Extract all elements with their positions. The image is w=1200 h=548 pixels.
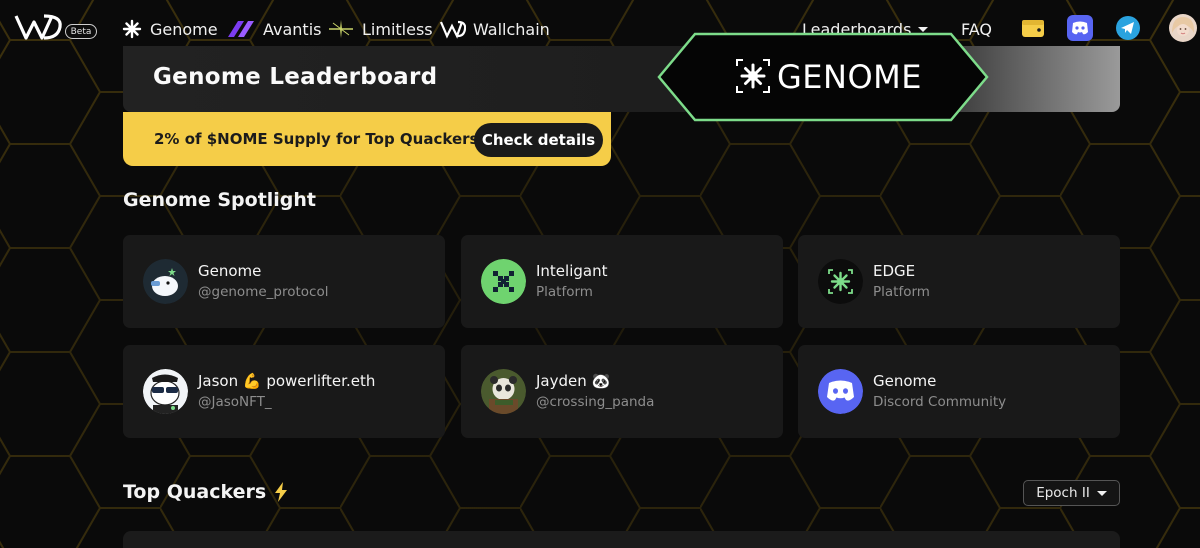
leaderboard-table xyxy=(123,531,1120,548)
telegram-icon[interactable] xyxy=(1115,15,1141,41)
spotlight-sub: @genome_protocol xyxy=(198,284,329,300)
spotlight-name: Jayden 🐼 xyxy=(536,372,611,390)
discord-avatar xyxy=(818,369,863,414)
spotlight-title: Genome Spotlight xyxy=(123,189,317,211)
nav-link-genome[interactable]: Genome xyxy=(121,17,218,41)
nav-link-label: Avantis xyxy=(263,19,322,39)
spotlight-card[interactable]: Inteligant Platform xyxy=(461,235,783,328)
spotlight-sub: Discord Community xyxy=(873,394,1007,410)
spotlight-name: Genome xyxy=(198,262,262,280)
inteligant-avatar xyxy=(481,259,526,304)
check-details-button[interactable]: Check details xyxy=(474,123,603,157)
spotlight-sub: Platform xyxy=(873,284,930,300)
genome-badge-text: GENOME xyxy=(777,58,922,96)
genome-duck-avatar xyxy=(143,259,188,304)
spotlight-name: EDGE xyxy=(873,262,916,280)
panda-avatar xyxy=(481,369,526,414)
nav-link-label: Limitless xyxy=(362,19,433,39)
spotlight-card[interactable]: Genome @genome_protocol xyxy=(123,235,445,328)
promo-text: 2% of $NOME Supply for Top Quackers! xyxy=(154,130,486,148)
avantis-icon xyxy=(228,21,254,37)
beta-badge: Beta xyxy=(65,24,97,39)
nav-link-limitless[interactable]: Limitless xyxy=(327,17,433,41)
spotlight-card[interactable]: EDGE Platform xyxy=(798,235,1120,328)
wallet-icon[interactable] xyxy=(1020,15,1046,41)
spotlight-card[interactable]: Jayden 🐼 @crossing_panda xyxy=(461,345,783,438)
spotlight-sub: @crossing_panda xyxy=(536,394,655,410)
jason-avatar xyxy=(143,369,188,414)
genome-icon xyxy=(122,19,142,39)
wallchain-logo-icon[interactable] xyxy=(14,13,64,41)
spotlight-name: Inteligant xyxy=(536,262,608,280)
page-title: Genome Leaderboard xyxy=(153,64,438,90)
edge-avatar xyxy=(818,259,863,304)
wallchain-icon xyxy=(440,20,466,39)
lightning-icon xyxy=(275,482,288,502)
top-quackers-heading: Top Quackers xyxy=(123,481,288,503)
limitless-icon xyxy=(329,20,353,38)
spotlight-name: Genome xyxy=(873,372,937,390)
discord-icon[interactable] xyxy=(1067,15,1093,41)
avatar[interactable] xyxy=(1168,13,1198,43)
spotlight-sub: @JasoNFT_ xyxy=(198,394,272,410)
spotlight-card[interactable]: Genome Discord Community xyxy=(798,345,1120,438)
epoch-dropdown[interactable]: Epoch II xyxy=(1023,480,1120,506)
top-quackers-title: Top Quackers xyxy=(123,481,267,503)
nav-link-wallchain[interactable]: Wallchain xyxy=(440,17,550,41)
spotlight-name: Jason 💪 powerlifter.eth xyxy=(198,372,376,390)
spotlight-sub: Platform xyxy=(536,284,593,300)
nav-link-label: Wallchain xyxy=(473,19,550,39)
nav-link-avantis[interactable]: Avantis xyxy=(226,17,321,41)
spotlight-card[interactable]: Jason 💪 powerlifter.eth @JasoNFT_ xyxy=(123,345,445,438)
nav-link-label: Genome xyxy=(150,19,218,39)
epoch-label: Epoch II xyxy=(1036,485,1090,501)
caret-down-icon xyxy=(1096,490,1107,496)
